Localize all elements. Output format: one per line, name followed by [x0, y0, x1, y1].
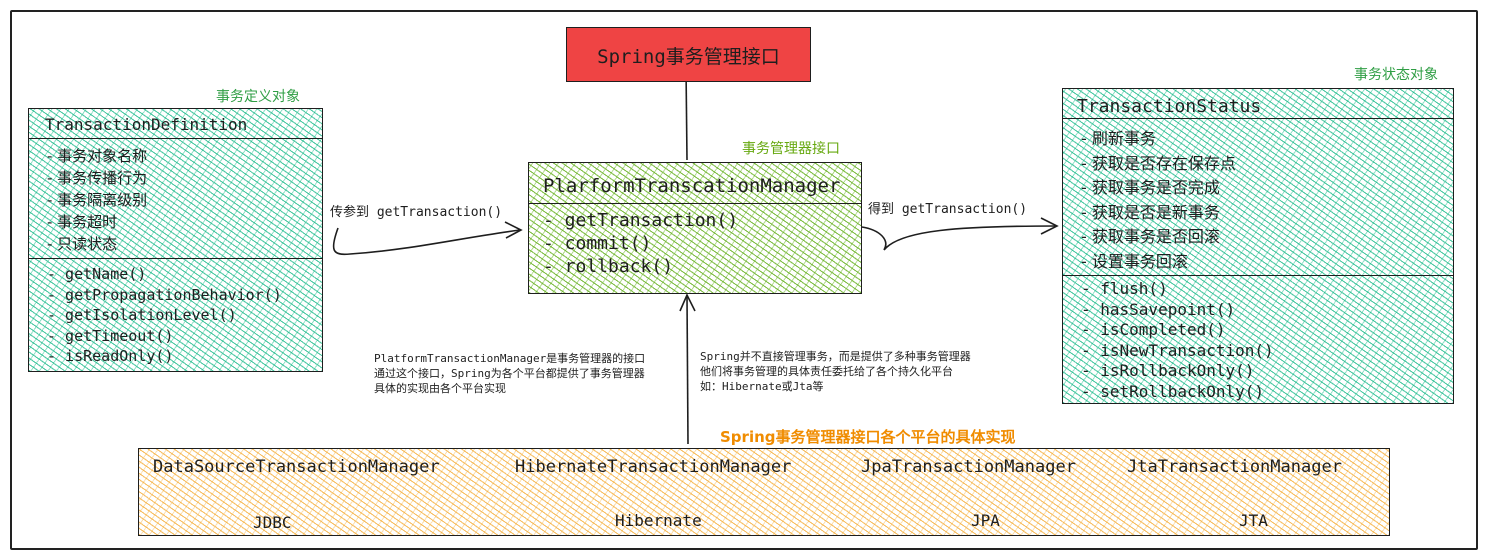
status-attribute: - 获取事务是否完成 [1081, 178, 1220, 197]
note-left-line: 通过这个接口，Spring为各个平台都提供了事务管理器 [374, 367, 645, 380]
note-left-line: 具体的实现由各个平台实现 [374, 382, 506, 395]
arrow-definition-to-manager [332, 227, 521, 256]
arrow-manager-to-status [861, 225, 1057, 251]
status-divider-2 [1063, 275, 1453, 276]
status-method: - hasSavepoint() [1081, 299, 1236, 319]
definition-attribute: - 事务对象名称 [47, 147, 148, 165]
note-left: PlatformTransactionManager是事务管理器的接口 通过这个… [374, 351, 645, 396]
impl-jta-name: JtaTransactionManager [1127, 457, 1342, 477]
definition-attribute: - 事务传播行为 [47, 169, 148, 187]
manager-box: PlarformTranscationManager - getTransact… [528, 162, 862, 294]
status-title: TransactionStatus [1077, 96, 1262, 117]
definition-attribute: - 只读状态 [47, 235, 118, 253]
manager-methods: - getTransaction() - commit() - rollback… [543, 209, 738, 278]
definition-section-label: 事务定义对象 [216, 89, 300, 105]
definition-method: - getPropagationBehavior() [47, 285, 282, 304]
implementations-section-label: Spring事务管理器接口各个平台的具体实现 [720, 428, 1016, 446]
impl-datasource-name: DataSourceTransactionManager [153, 457, 440, 477]
status-box: TransactionStatus - 刷新事务 - 获取是否存在保存点 - 获… [1062, 88, 1454, 404]
arrow-impl-to-manager [686, 295, 689, 445]
status-attributes: - 刷新事务 - 获取是否存在保存点 - 获取事务是否完成 - 获取是否是新事务… [1081, 127, 1236, 274]
status-methods: - flush() - hasSavepoint() - isCompleted… [1081, 279, 1274, 402]
status-attribute: - 刷新事务 [1081, 129, 1156, 148]
status-attribute: - 获取是否是新事务 [1081, 202, 1220, 222]
definition-method: - getName() [47, 265, 147, 283]
status-method: - flush() [1081, 279, 1168, 298]
definition-method: - getIsolationLevel() [47, 306, 237, 324]
implementations-box: DataSourceTransactionManager HibernateTr… [138, 448, 1390, 536]
manager-method: - getTransaction() [543, 210, 739, 231]
definition-attribute: - 事务超时 [47, 213, 118, 231]
status-method: - setRollbackOnly() [1081, 381, 1265, 401]
note-right-line: Spring并不直接管理事务，而是提供了多种事务管理器 [700, 350, 971, 363]
arrow-right-label: 得到 getTransaction() [868, 202, 1028, 217]
definition-method: - getTimeout() [47, 326, 174, 345]
status-attribute: - 设置事务回滚 [1081, 251, 1188, 271]
impl-hibernate-name: HibernateTransactionManager [515, 457, 792, 477]
note-right: Spring并不直接管理事务，而是提供了多种事务管理器 他们将事务管理的具体责任… [700, 349, 971, 394]
impl-jpa-tech: JPA [971, 511, 1000, 530]
status-attribute: - 获取是否存在保存点 [1081, 153, 1236, 173]
definition-attribute: - 事务隔离级别 [47, 191, 148, 209]
status-section-label: 事务状态对象 [1354, 67, 1438, 83]
manager-section-label: 事务管理器接口 [742, 141, 840, 157]
arrow-left-label: 传参到 getTransaction() [330, 205, 503, 220]
manager-method: - rollback() [543, 256, 674, 277]
status-attribute: - 获取事务是否回滚 [1081, 227, 1220, 246]
header-title: Spring事务管理接口 [597, 46, 780, 68]
definition-title: TransactionDefinition [45, 115, 248, 134]
note-right-line: 他们将事务管理的具体责任委托给了各个持久化平台 [700, 365, 953, 378]
definition-divider-1 [29, 138, 322, 139]
manager-title: PlarformTranscationManager [543, 175, 841, 197]
manager-divider [529, 203, 861, 204]
status-method: - isCompleted() [1081, 320, 1226, 339]
impl-jta-tech: JTA [1239, 511, 1268, 530]
manager-method: - commit() [543, 233, 652, 254]
impl-hibernate-tech: Hibernate [615, 511, 702, 530]
note-right-line: 如：Hibernate或Jta等 [700, 380, 824, 393]
definition-method: - isReadOnly() [47, 347, 174, 365]
definition-divider-2 [29, 258, 322, 259]
status-method: - isNewTransaction() [1081, 340, 1274, 360]
definition-attributes: - 事务对象名称 - 事务传播行为 - 事务隔离级别 - 事务超时 - 只读状态 [47, 145, 147, 255]
status-method: - isRollbackOnly() [1081, 361, 1255, 380]
definition-methods: - getName() - getPropagationBehavior() -… [47, 264, 282, 367]
impl-datasource-tech: JDBC [253, 513, 292, 532]
header-box: Spring事务管理接口 [566, 27, 811, 82]
note-left-line: PlatformTransactionManager是事务管理器的接口 [374, 352, 646, 365]
impl-jpa-name: JpaTransactionManager [861, 457, 1076, 477]
definition-box: TransactionDefinition - 事务对象名称 - 事务传播行为 … [28, 108, 323, 372]
status-divider-1 [1063, 118, 1453, 119]
